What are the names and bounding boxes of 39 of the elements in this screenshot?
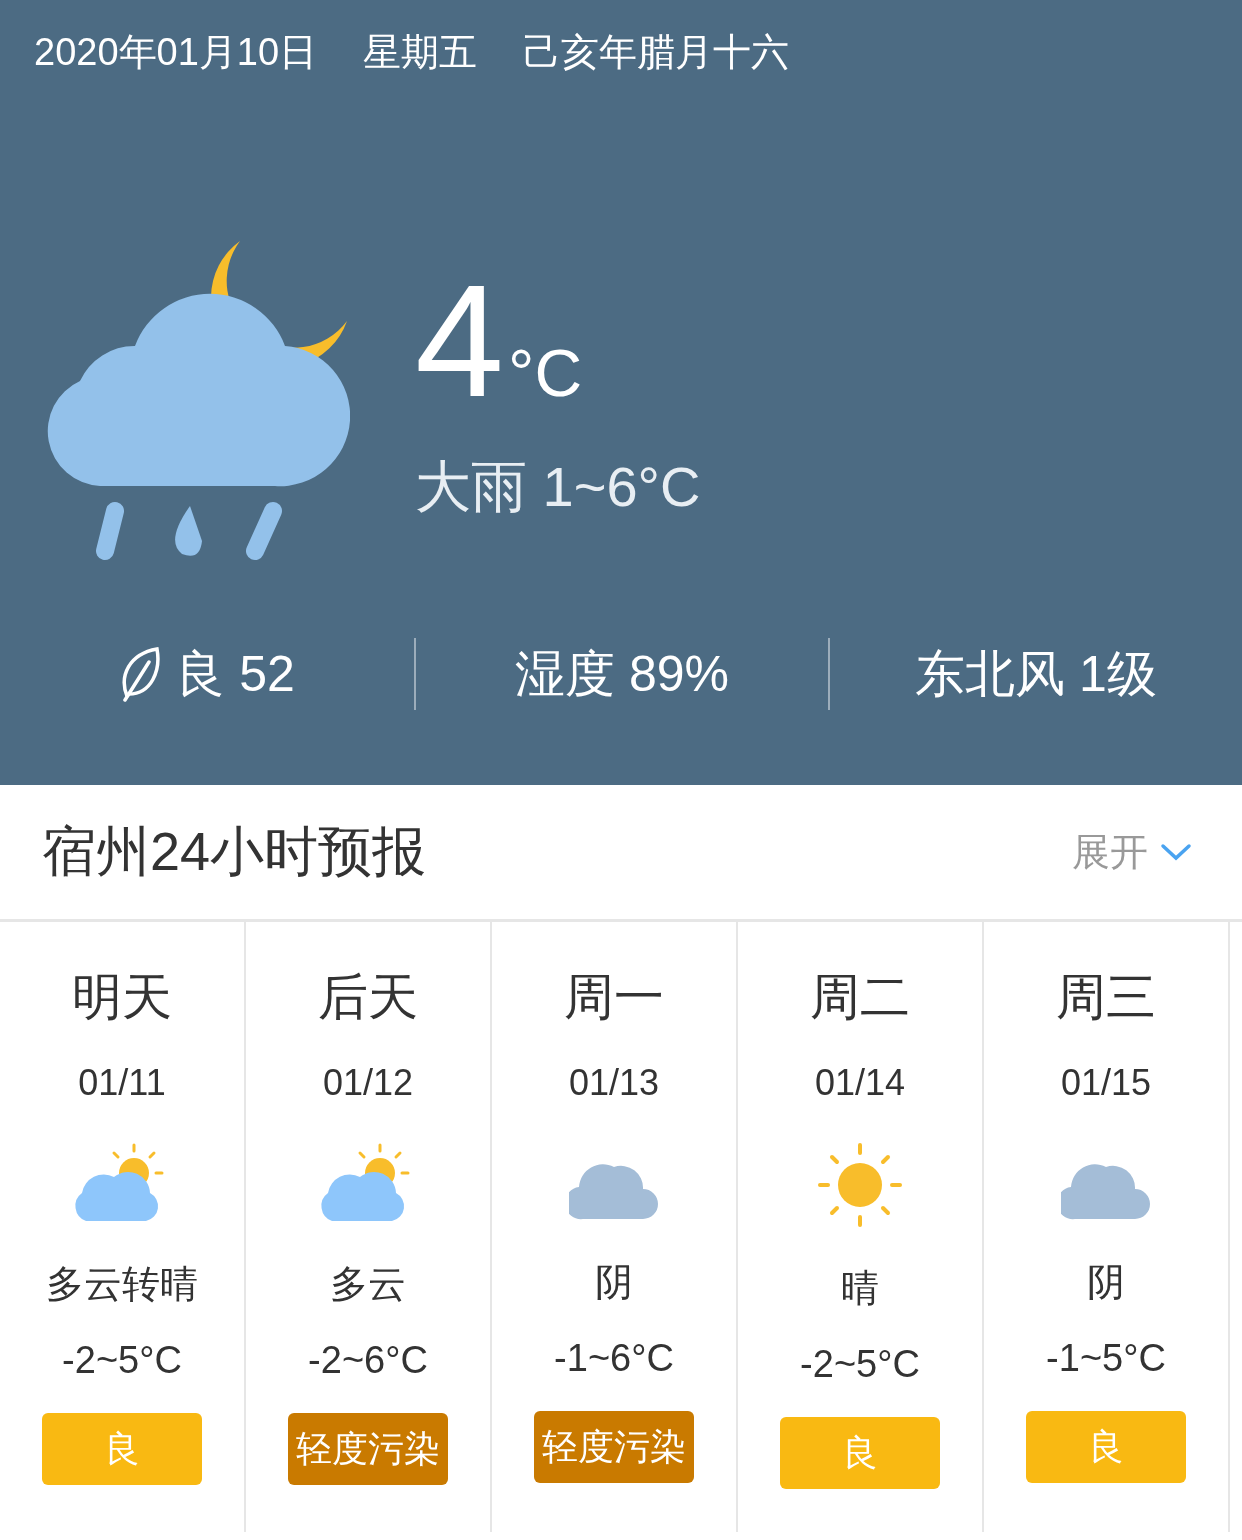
day-temperature: -2~5°C [62, 1338, 182, 1383]
lunar-date-text: 己亥年腊月十六 [523, 30, 790, 75]
air-quality-badge: 轻度污染 [288, 1413, 448, 1485]
air-quality-badge: 良 [780, 1417, 940, 1489]
day-temperature: -1~5°C [1046, 1336, 1166, 1381]
stat-text: 东北风 1级 [915, 644, 1157, 704]
date-text: 2020年01月10日 [34, 30, 318, 75]
leaf-icon [119, 646, 162, 702]
day-condition: 晴 [841, 1266, 879, 1311]
air-quality-badge: 良 [1026, 1411, 1186, 1483]
air-quality-badge: 良 [42, 1413, 202, 1485]
weekday-text: 星期五 [363, 30, 478, 75]
day-condition: 多云 [330, 1262, 406, 1307]
forecast-title: 宿州24小时预报 [42, 819, 427, 883]
temperature-unit: °C [508, 340, 583, 406]
stat-text: 良 52 [175, 644, 295, 704]
day-date: 01/12 [322, 1061, 414, 1105]
day-condition: 阴 [1087, 1260, 1125, 1305]
air-quality-badge: 轻度污染 [534, 1411, 694, 1483]
day-date: 01/13 [568, 1061, 660, 1105]
day-name: 周三 [1056, 968, 1156, 1027]
day-condition: 多云转晴 [46, 1262, 198, 1307]
chevron-down-icon [1160, 842, 1192, 862]
day-name: 明天 [72, 968, 172, 1027]
expand-button[interactable]: 展开 [1072, 826, 1192, 878]
sun-icon [818, 1143, 902, 1227]
day-date: 01/14 [814, 1061, 906, 1105]
day-temperature: -2~6°C [308, 1338, 428, 1383]
day-temperature: -1~6°C [554, 1336, 674, 1381]
day-date: 01/11 [78, 1061, 166, 1105]
stat-text: 湿度 89% [515, 644, 729, 704]
day-name: 周二 [810, 968, 910, 1027]
day-name: 周一 [564, 968, 664, 1027]
day-date: 01/15 [1060, 1061, 1152, 1105]
day-name: 后天 [318, 968, 418, 1027]
day-condition: 阴 [595, 1260, 633, 1305]
weather-summary: 大雨 1~6°C [415, 454, 701, 520]
day-temperature: -2~5°C [800, 1342, 920, 1387]
temperature-value: 4 [415, 276, 504, 406]
